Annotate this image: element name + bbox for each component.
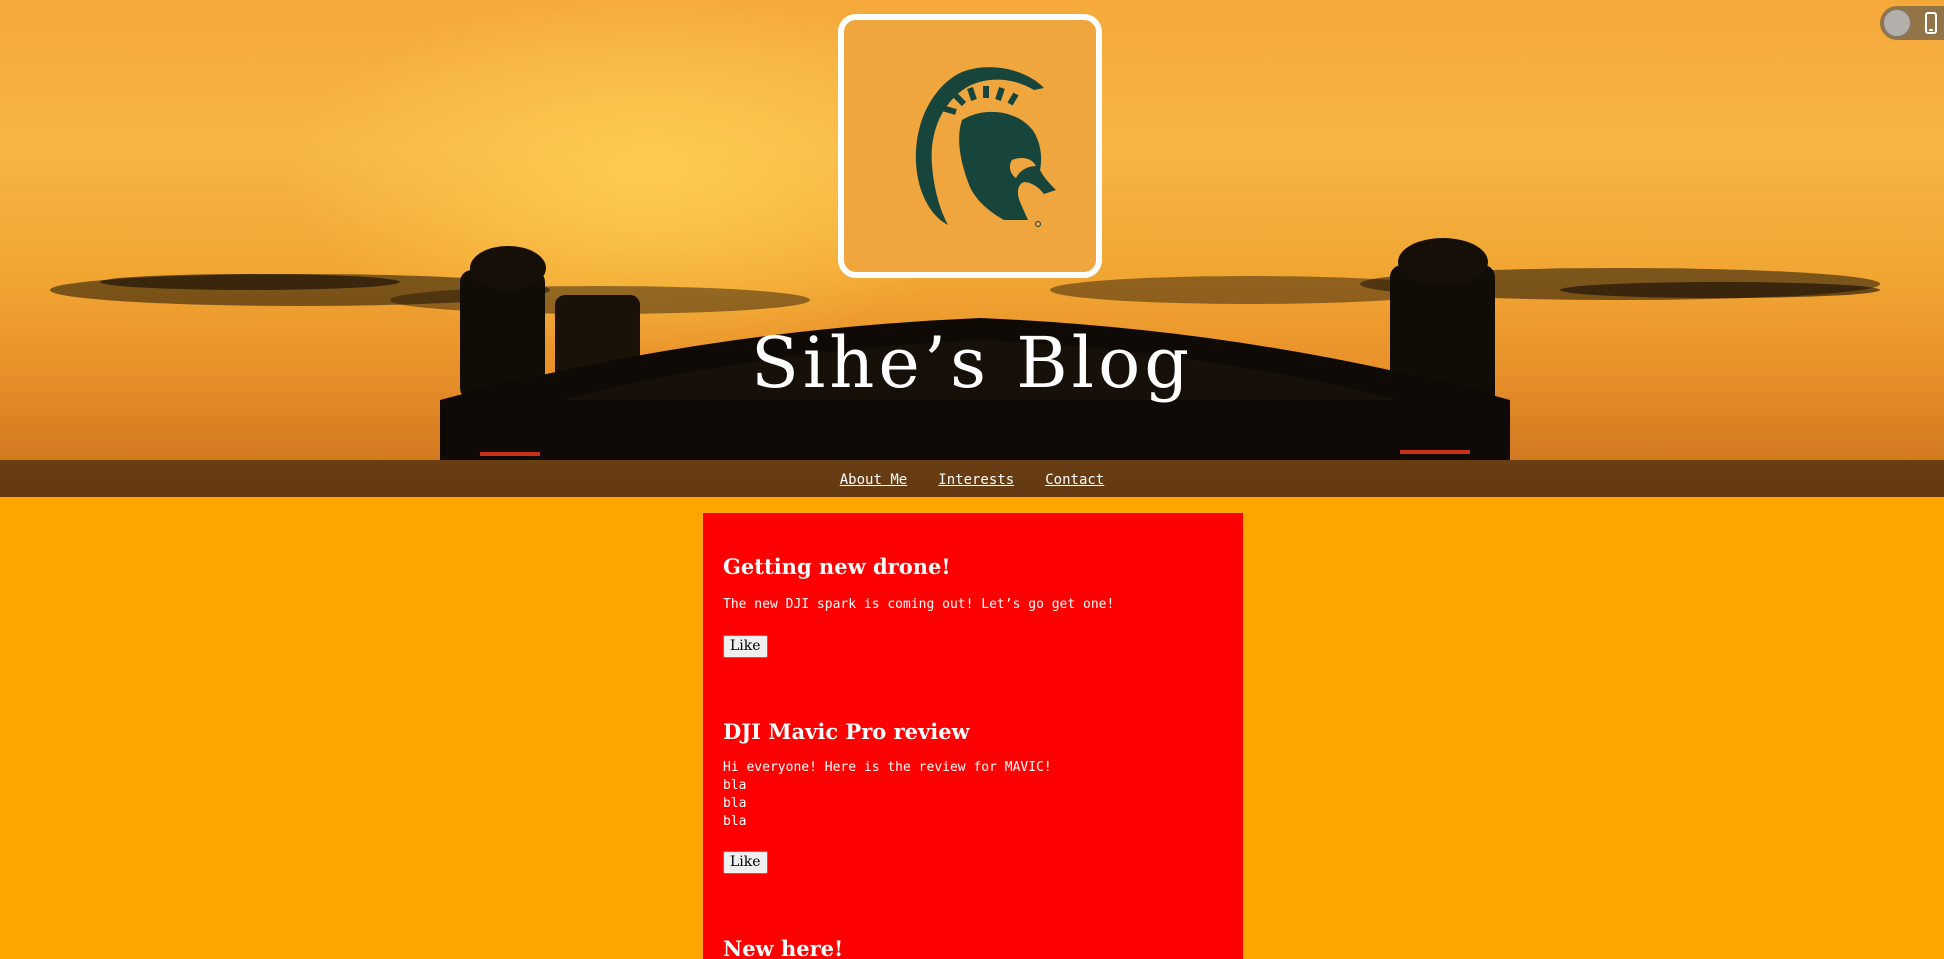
mobile-phone-icon[interactable] xyxy=(1925,12,1937,34)
post-body: The new DJI spark is coming out! Let’s g… xyxy=(723,597,1115,612)
spartan-helmet-logo xyxy=(915,67,1056,227)
post-title: DJI Mavic Pro review xyxy=(723,719,970,744)
main-navigation: About Me Interests Contact xyxy=(0,460,1944,497)
nav-link-about-me[interactable]: About Me xyxy=(840,472,907,488)
site-title: Sihe’s Blog xyxy=(750,322,1194,404)
nav-link-interests[interactable]: Interests xyxy=(938,472,1014,488)
view-toggle-widget[interactable] xyxy=(1880,6,1944,40)
post: DJI Mavic Pro review Hi everyone! Here i… xyxy=(723,719,1223,874)
post-body: Hi everyone! Here is the review for MAVI… xyxy=(723,760,1052,829)
post-title: New here! xyxy=(723,936,844,959)
post: Getting new drone! The new DJI spark is … xyxy=(723,554,1223,658)
logo-frame xyxy=(838,14,1102,278)
like-button[interactable]: Like xyxy=(723,635,768,658)
post: New here! xyxy=(723,938,1223,959)
post-title: Getting new drone! xyxy=(723,554,951,579)
posts-column: Getting new drone! The new DJI spark is … xyxy=(703,513,1243,959)
like-button[interactable]: Like xyxy=(723,851,768,874)
toggle-knob[interactable] xyxy=(1883,9,1911,37)
page: Sihe’s Blog About Me Interests Contact G… xyxy=(0,0,1944,959)
nav-link-contact[interactable]: Contact xyxy=(1045,472,1104,488)
hero-header: Sihe’s Blog About Me Interests Contact xyxy=(0,0,1944,497)
